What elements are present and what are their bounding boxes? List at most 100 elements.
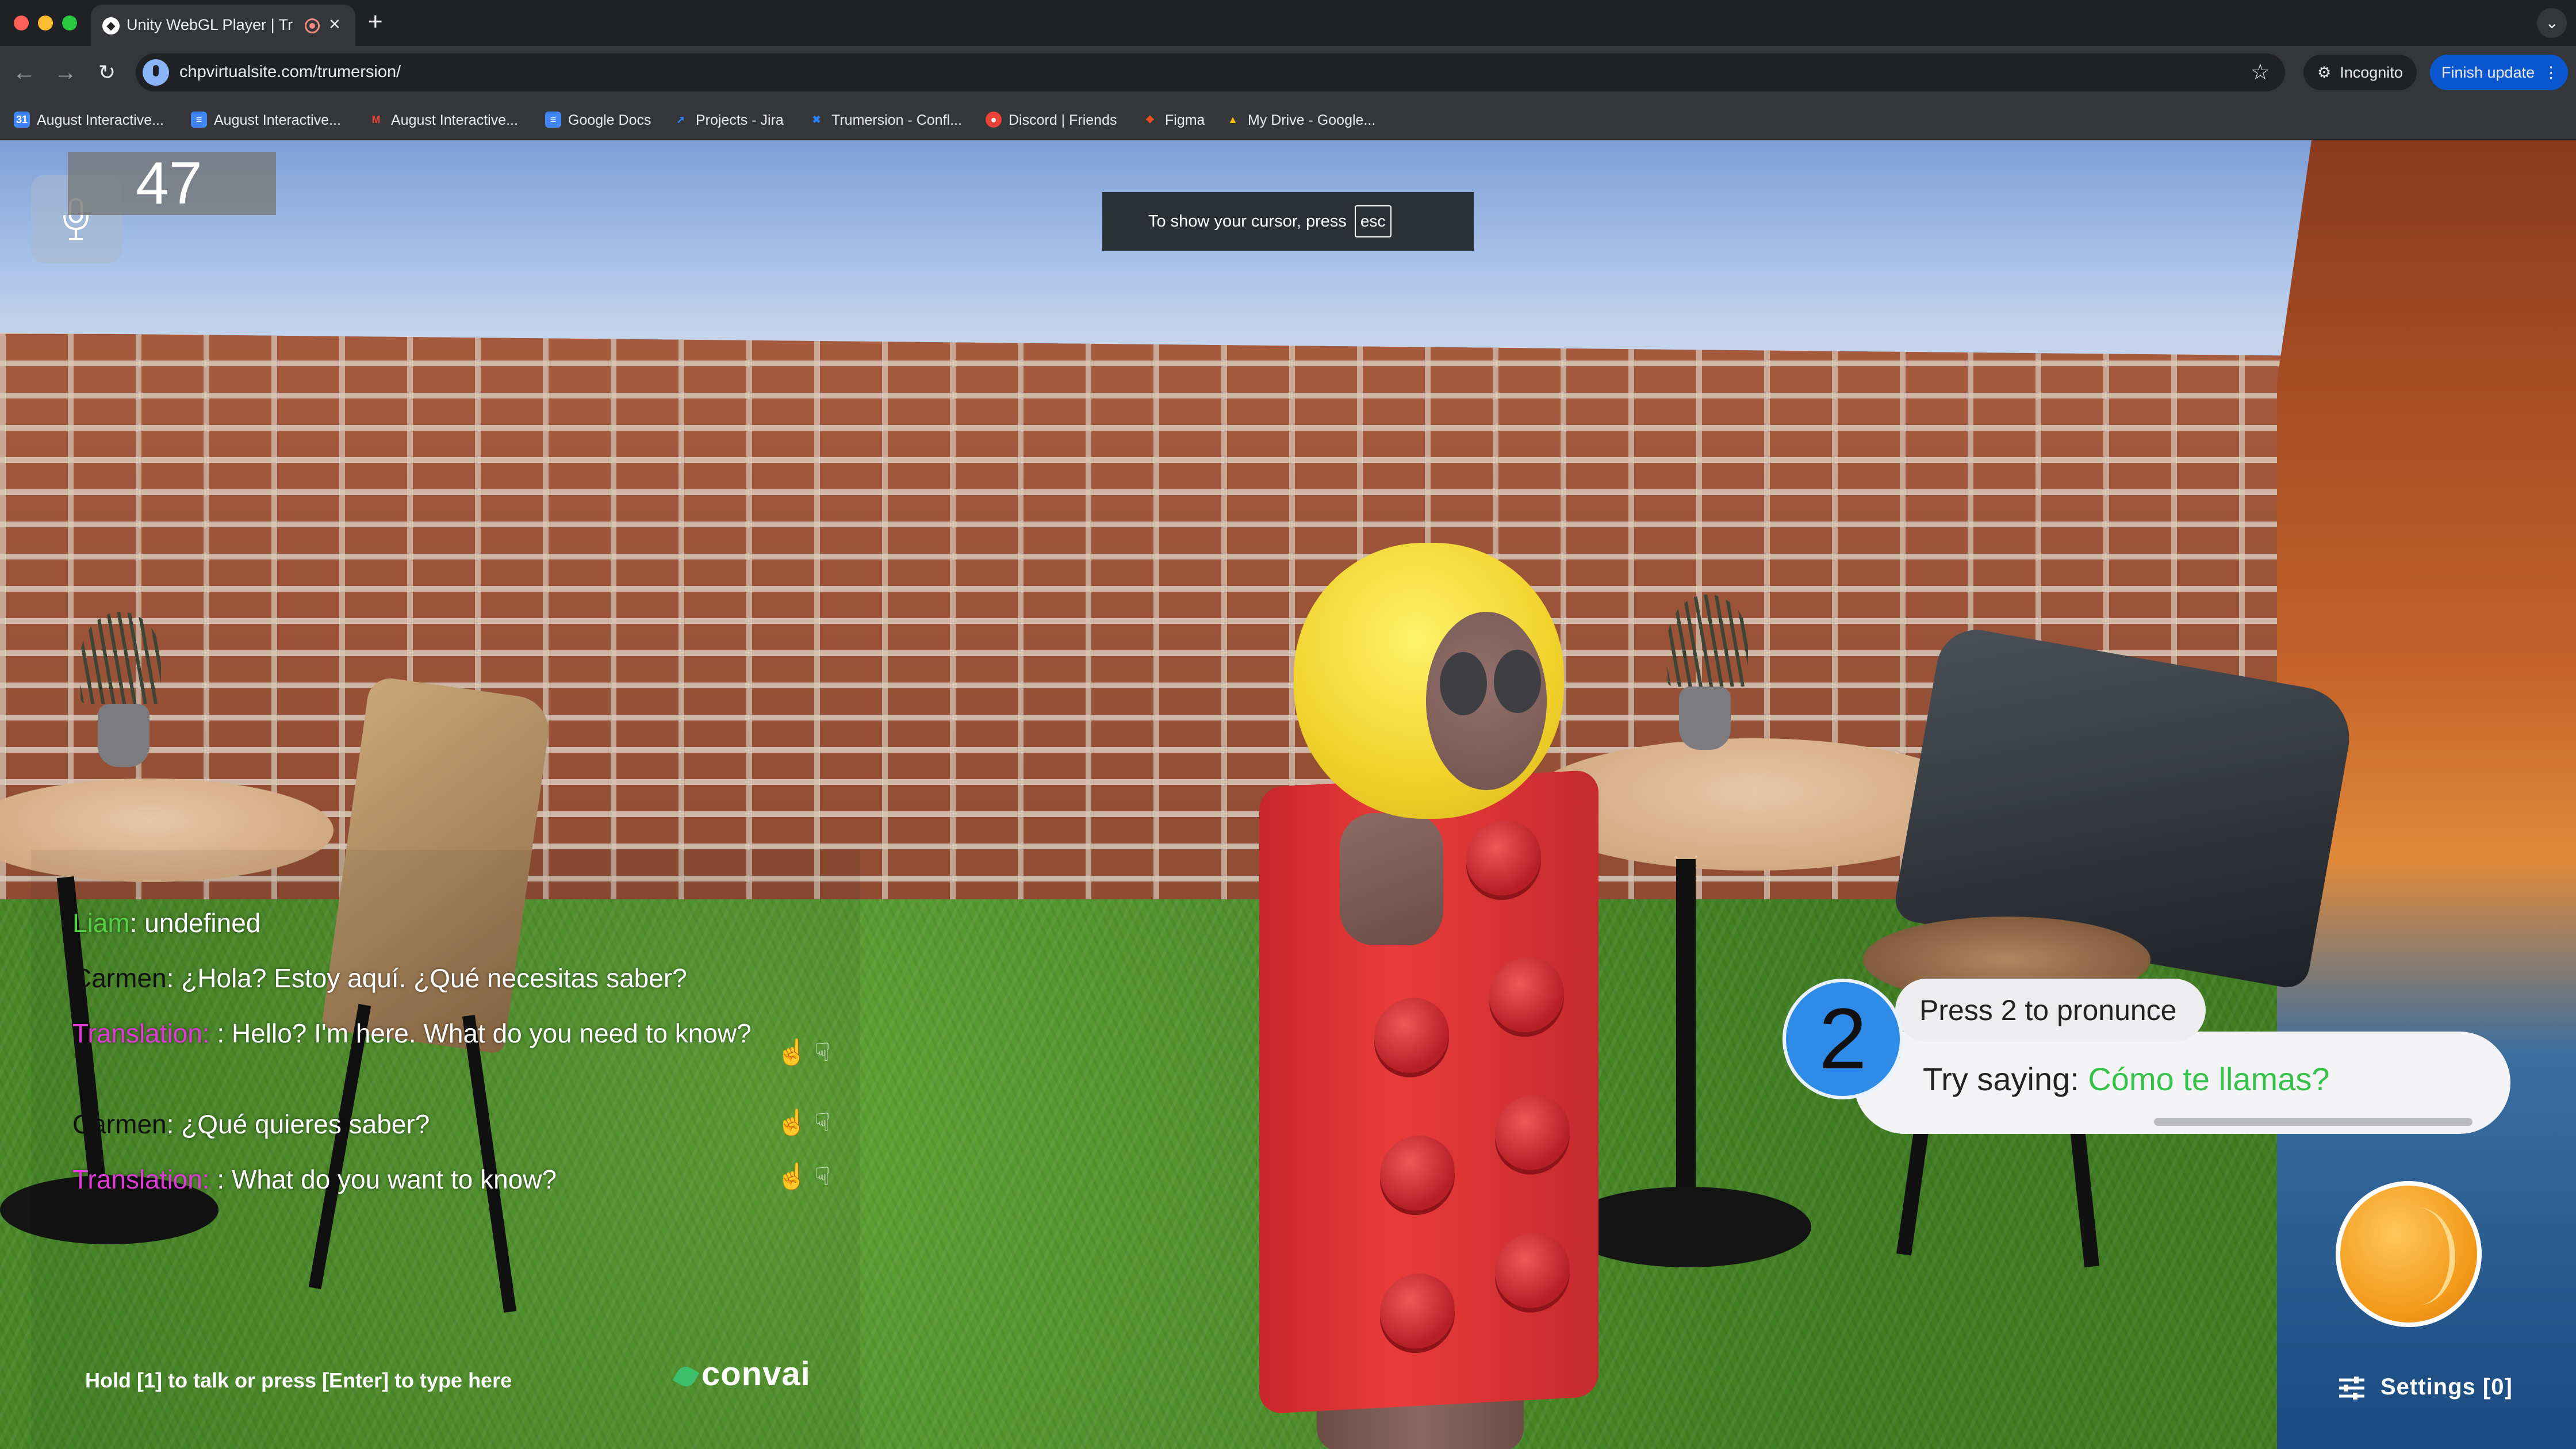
lego-stud — [1495, 1231, 1570, 1310]
try-saying-label: Try saying: — [1923, 1061, 2088, 1097]
left-eye — [1440, 652, 1487, 715]
lego-stud — [1495, 1093, 1570, 1172]
chat-message: Carmen: ¿Qué quieres saber? — [72, 1106, 762, 1142]
thumbs-up-icon[interactable]: ☝ — [776, 1163, 808, 1191]
chat-speaker: Carmen — [72, 963, 167, 993]
right-eye — [1494, 650, 1541, 713]
forward-button[interactable]: → — [49, 56, 82, 89]
bookmark-label: My Drive - Google... — [1248, 112, 1376, 128]
bookmark-item[interactable]: ≡ August Interactive... — [191, 112, 341, 129]
bookmark-item[interactable]: ❖ Figma — [1142, 112, 1205, 129]
lego-stud — [1466, 818, 1541, 898]
confluence-icon: ✖ — [812, 114, 821, 126]
press-to-pronounce-pill: Press 2 to pronunce — [1895, 979, 2206, 1042]
settings-button[interactable]: Settings [0] — [2338, 1374, 2513, 1400]
convai-wordmark: convai — [702, 1355, 811, 1393]
chat-speaker: Carmen — [72, 1109, 167, 1139]
key-2-badge: 2 — [1782, 979, 1903, 1099]
feedback-buttons: ☝ ☟ — [776, 1162, 839, 1194]
cursor-hint-text: To show your cursor, press — [1148, 212, 1347, 231]
close-window-button[interactable] — [14, 16, 29, 30]
bookmark-item[interactable]: ➚ Projects - Jira — [673, 112, 784, 129]
minimize-window-button[interactable] — [38, 16, 53, 30]
bookmark-label: August Interactive... — [391, 112, 518, 128]
bookmark-label: August Interactive... — [214, 112, 341, 128]
gmail-icon: M — [371, 114, 381, 126]
bookmark-label: Discord | Friends — [1009, 112, 1117, 128]
finish-update-label: Finish update — [2441, 64, 2535, 81]
incognito-badge[interactable]: ⚙ Incognito — [2303, 55, 2417, 90]
convai-logo: convai — [672, 1355, 811, 1393]
bookmark-label: Figma — [1165, 112, 1205, 128]
pointer-lock-hint: To show your cursor, press esc — [1102, 192, 1474, 251]
bookmark-item[interactable]: ● Discord | Friends — [986, 112, 1117, 129]
active-tab[interactable]: ◆ Unity WebGL Player | Trur × — [91, 5, 355, 46]
bookmark-item[interactable]: ≡ Google Docs — [545, 112, 651, 129]
reload-button[interactable]: ↻ — [91, 56, 123, 89]
tab-search-button[interactable]: ⌄ — [2537, 8, 2567, 38]
browser-toolbar: ← → ↻ chpvirtualsite.com/trumersion/ ☆ ⚙… — [0, 46, 2576, 99]
character-face — [1426, 612, 1547, 790]
new-tab-button[interactable]: + — [368, 8, 383, 36]
maximize-window-button[interactable] — [62, 16, 77, 30]
thumbs-down-icon[interactable]: ☟ — [815, 1038, 830, 1067]
lego-stud — [1380, 1133, 1455, 1213]
more-menu-icon: ⋮ — [2543, 64, 2559, 81]
chat-speaker: Translation: — [72, 1018, 210, 1048]
bookmark-label: Projects - Jira — [696, 112, 784, 128]
chat-text: : undefined — [129, 908, 261, 938]
bookmark-star-icon[interactable]: ☆ — [2251, 59, 2270, 85]
chat-message: Carmen: ¿Hola? Estoy aquí. ¿Qué necesita… — [72, 960, 762, 996]
bookmark-item[interactable]: ✖ Trumersion - Confl... — [808, 112, 962, 129]
try-saying-pill: Try saying: Cómo te llamas? — [1854, 1032, 2510, 1134]
bookmark-label: Trumersion - Confl... — [831, 112, 962, 128]
chat-text: : ¿Hola? Estoy aquí. ¿Qué necesitas sabe… — [166, 963, 687, 993]
lego-stud — [1374, 996, 1449, 1075]
thumbs-up-icon[interactable]: ☝ — [776, 1109, 808, 1137]
bookmark-item[interactable]: 31 August Interactive... — [14, 112, 164, 129]
unity-icon: ◆ — [102, 17, 120, 34]
plant-leaves — [80, 612, 161, 704]
incognito-label: Incognito — [2340, 64, 2403, 81]
unity-game-canvas[interactable]: 47 To show your cursor, press esc Liam: u… — [0, 140, 2576, 1449]
bookmarks-bar: 31 August Interactive... ≡ August Interact… — [0, 99, 2576, 140]
character-waving-hand — [1340, 813, 1443, 945]
fps-counter: 47 — [68, 152, 276, 215]
moon-icon — [2340, 1186, 2477, 1322]
doc-icon: ≡ — [191, 112, 207, 128]
url-text: chpvirtualsite.com/trumersion/ — [179, 63, 401, 81]
thumbs-up-icon[interactable]: ☝ — [776, 1038, 808, 1067]
plant-pot — [1679, 687, 1731, 750]
chat-text: : Hello? I'm here. What do you need to k… — [209, 1018, 752, 1048]
lego-stud — [1380, 1271, 1455, 1351]
bookmark-label: Google Docs — [568, 112, 651, 128]
thumbs-down-icon[interactable]: ☟ — [815, 1109, 830, 1137]
bookmark-item[interactable]: ▲ My Drive - Google... — [1225, 112, 1375, 129]
bookmark-item[interactable]: M August Interactive... — [368, 112, 518, 129]
character-emotion-orb[interactable] — [2336, 1181, 2482, 1327]
jira-icon: ➚ — [676, 114, 685, 126]
browser-tab-strip: ◆ Unity WebGL Player | Trur × + ⌄ — [0, 0, 2576, 46]
talk-input-hint[interactable]: Hold [1] to talk or press [Enter] to typ… — [85, 1368, 512, 1393]
doc-icon: ≡ — [545, 112, 561, 128]
recording-icon — [305, 18, 320, 33]
discord-icon: ● — [986, 112, 1002, 128]
site-info-icon[interactable] — [143, 59, 169, 86]
pronunciation-progress-bar — [2154, 1118, 2472, 1126]
finish-update-button[interactable]: Finish update ⋮ — [2430, 55, 2568, 90]
calendar-icon: 31 — [14, 112, 30, 128]
convai-leaf-icon — [672, 1363, 700, 1390]
chat-text: : ¿Qué quieres saber? — [166, 1109, 430, 1139]
chat-message: Translation: : What do you want to know? — [72, 1162, 762, 1197]
back-button[interactable]: ← — [8, 56, 40, 89]
settings-label: Settings [0] — [2380, 1374, 2513, 1400]
thumbs-down-icon[interactable]: ☟ — [815, 1163, 830, 1191]
pronunciation-prompt: Try saying: Cómo te llamas? Press 2 to p… — [1782, 979, 2510, 1134]
close-tab-icon[interactable]: × — [329, 13, 340, 36]
tab-title: Unity WebGL Player | Trur — [126, 16, 293, 33]
sliders-icon — [2339, 1377, 2364, 1400]
address-bar[interactable]: chpvirtualsite.com/trumersion/ ☆ — [136, 53, 2285, 91]
chat-text: : What do you want to know? — [209, 1164, 557, 1194]
esc-key-badge: esc — [1354, 205, 1392, 237]
chat-speaker: Translation: — [72, 1164, 210, 1194]
